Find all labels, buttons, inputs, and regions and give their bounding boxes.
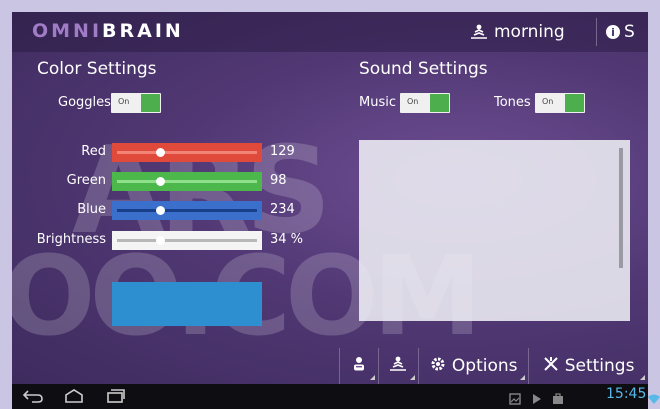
slider-thumb[interactable] — [156, 148, 166, 157]
profile-menu-indicator — [369, 375, 375, 380]
slider-label: Green — [66, 173, 106, 188]
options-menu-indicator — [520, 375, 526, 380]
slider-track — [117, 239, 257, 242]
slider-track — [117, 209, 257, 212]
clock: 15:45 — [606, 386, 647, 402]
device-frame: ARS OO.COM OMNIBRAIN morning i S Color S… — [0, 0, 660, 409]
info-button[interactable]: i S — [606, 20, 635, 44]
color-slider[interactable] — [112, 231, 262, 250]
slider-label: Blue — [77, 202, 106, 217]
slider-track — [117, 151, 257, 154]
goggles-toggle-state: On — [118, 97, 130, 106]
slider-label: Red — [81, 144, 106, 159]
slider-value: 234 — [270, 202, 295, 217]
user-account[interactable]: morning — [470, 20, 565, 44]
goggles-toggle[interactable]: On — [111, 93, 161, 113]
tones-toggle-knob — [565, 94, 584, 112]
gallery-icon — [509, 390, 521, 409]
color-settings-title: Color Settings — [37, 59, 157, 79]
slider-thumb[interactable] — [156, 206, 166, 215]
tones-label: Tones — [494, 95, 531, 110]
briefcase-icon — [552, 390, 564, 409]
color-preview-swatch — [112, 282, 262, 326]
sound-list-panel[interactable] — [359, 140, 630, 321]
gear-icon — [430, 356, 446, 377]
meditate-button[interactable] — [377, 348, 419, 384]
color-slider[interactable] — [112, 172, 262, 191]
color-slider[interactable] — [112, 201, 262, 220]
title-bar: OMNIBRAIN morning i S — [12, 12, 648, 52]
music-toggle-knob — [430, 94, 449, 112]
info-icon: i — [606, 25, 620, 39]
slider-thumb[interactable] — [156, 236, 166, 245]
slider-thumb[interactable] — [156, 177, 166, 186]
music-label: Music — [359, 95, 396, 110]
person-icon — [352, 356, 366, 377]
username: morning — [494, 22, 565, 42]
logo-omni: OMNI — [32, 20, 103, 42]
logo-brain: BRAIN — [102, 20, 184, 42]
slider-track — [117, 180, 257, 183]
recent-apps-icon[interactable] — [106, 388, 126, 408]
color-slider[interactable] — [112, 143, 262, 162]
options-button[interactable]: Options — [418, 348, 528, 384]
meditate-menu-indicator — [410, 375, 416, 380]
settings-menu-indicator — [639, 375, 645, 380]
home-icon[interactable] — [64, 388, 84, 408]
music-toggle[interactable]: On — [400, 93, 450, 113]
play-icon — [532, 390, 542, 409]
goggles-toggle-knob — [141, 94, 160, 112]
tones-toggle-state: On — [542, 97, 554, 106]
goggles-label: Goggles — [58, 95, 111, 110]
person-meditating-icon — [389, 356, 407, 377]
info-letter: S — [624, 22, 635, 42]
person-meditating-icon — [470, 24, 488, 40]
music-toggle-state: On — [407, 97, 419, 106]
profile-button[interactable] — [339, 348, 378, 384]
options-label: Options — [451, 356, 518, 376]
app-screen: ARS OO.COM OMNIBRAIN morning i S Color S… — [12, 12, 648, 384]
back-icon[interactable] — [22, 388, 44, 408]
action-bar: Options Settings — [339, 348, 648, 384]
title-separator — [596, 18, 597, 46]
settings-button[interactable]: Settings — [528, 348, 648, 384]
system-bar: 15:45 — [12, 384, 660, 409]
tools-icon — [543, 356, 559, 377]
tones-toggle[interactable]: On — [535, 93, 585, 113]
settings-label: Settings — [564, 356, 635, 376]
slider-label: Brightness — [36, 232, 106, 247]
wifi-icon — [648, 390, 660, 409]
slider-value: 98 — [270, 173, 287, 188]
app-logo: OMNIBRAIN — [32, 20, 184, 42]
sound-settings-title: Sound Settings — [359, 59, 488, 79]
sound-list-scrollbar[interactable] — [619, 148, 623, 268]
slider-value: 129 — [270, 144, 295, 159]
slider-value: 34 % — [270, 232, 304, 247]
